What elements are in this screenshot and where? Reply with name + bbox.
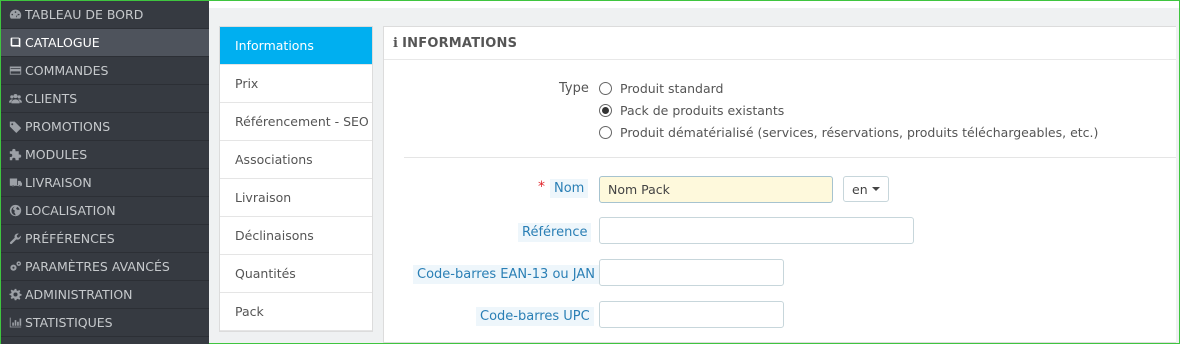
sidebar: TABLEAU DE BORD CATALOGUE COMMANDES CLIE… xyxy=(1,1,209,344)
required-mark: * xyxy=(538,179,545,195)
ean13-label: Code-barres EAN-13 ou JAN xyxy=(413,265,600,284)
radio-standard[interactable] xyxy=(599,82,612,95)
reference-input[interactable] xyxy=(599,217,914,244)
sidebar-item-label: STATISTIQUES xyxy=(25,315,113,330)
credit-card-icon xyxy=(7,64,23,78)
sidebar-item-parametres-avances[interactable]: PARAMÈTRES AVANCÉS xyxy=(1,253,209,281)
sidebar-item-localisation[interactable]: LOCALISATION xyxy=(1,197,209,225)
sidebar-item-label: LIVRAISON xyxy=(25,175,92,190)
type-label: Type xyxy=(559,81,589,96)
type-option-virtual[interactable]: Produit dématérialisé (services, réserva… xyxy=(599,125,1098,140)
sidebar-item-promotions[interactable]: PROMOTIONS xyxy=(1,113,209,141)
tab-label: Associations xyxy=(235,152,313,167)
bar-chart-icon xyxy=(7,316,23,330)
sidebar-item-label: CLIENTS xyxy=(25,91,78,106)
informations-panel: i INFORMATIONS Type Produit standard Pac… xyxy=(383,26,1176,343)
tab-livraison[interactable]: Livraison xyxy=(220,179,372,217)
reference-label: Référence xyxy=(518,223,592,242)
sidebar-item-label: LOCALISATION xyxy=(25,203,116,218)
name-input[interactable]: Nom Pack xyxy=(599,176,833,203)
tab-declinaisons[interactable]: Déclinaisons xyxy=(220,217,372,255)
ean13-input[interactable] xyxy=(599,259,784,286)
puzzle-icon xyxy=(7,148,23,162)
type-option-standard[interactable]: Produit standard xyxy=(599,81,723,96)
tab-label: Informations xyxy=(235,38,314,53)
sidebar-item-livraison[interactable]: LIVRAISON xyxy=(1,169,209,197)
gear-icon xyxy=(7,288,23,302)
product-tabs: Informations Prix Référencement - SEO As… xyxy=(219,26,373,332)
dashboard-icon xyxy=(7,8,23,22)
truck-icon xyxy=(7,176,23,190)
tab-label: Prix xyxy=(235,76,259,91)
tab-associations[interactable]: Associations xyxy=(220,141,372,179)
tab-seo[interactable]: Référencement - SEO xyxy=(220,103,372,141)
type-option-pack[interactable]: Pack de produits existants xyxy=(599,103,784,118)
sidebar-item-label: ADMINISTRATION xyxy=(25,287,133,302)
sidebar-item-label: PROMOTIONS xyxy=(25,119,111,134)
sidebar-item-tableau-de-bord[interactable]: TABLEAU DE BORD xyxy=(1,1,209,29)
tab-informations[interactable]: Informations xyxy=(220,27,372,65)
cogs-icon xyxy=(7,260,23,274)
sidebar-item-modules[interactable]: MODULES xyxy=(1,141,209,169)
sidebar-item-clients[interactable]: CLIENTS xyxy=(1,85,209,113)
panel-title: INFORMATIONS xyxy=(402,35,518,51)
tag-icon xyxy=(7,120,23,134)
tab-label: Pack xyxy=(235,304,264,319)
tab-label: Quantités xyxy=(235,266,296,281)
sidebar-item-label: CATALOGUE xyxy=(25,35,100,50)
sidebar-item-preferences[interactable]: PRÉFÉRENCES xyxy=(1,225,209,253)
tab-prix[interactable]: Prix xyxy=(220,65,372,103)
radio-virtual[interactable] xyxy=(599,126,612,139)
sidebar-item-label: MODULES xyxy=(25,147,88,162)
radio-pack[interactable] xyxy=(599,104,612,117)
top-bar xyxy=(209,1,1179,8)
divider xyxy=(404,157,1176,158)
tab-quantites[interactable]: Quantités xyxy=(220,255,372,293)
radio-label: Produit dématérialisé (services, réserva… xyxy=(620,125,1099,140)
tab-label: Déclinaisons xyxy=(235,228,314,243)
wrench-icon xyxy=(7,232,23,246)
upc-input[interactable] xyxy=(599,301,784,328)
sidebar-item-label: TABLEAU DE BORD xyxy=(25,7,144,22)
language-dropdown[interactable]: en xyxy=(843,176,889,202)
panel-heading: i INFORMATIONS xyxy=(384,27,1176,60)
upc-label: Code-barres UPC xyxy=(476,307,594,326)
tab-pack[interactable]: Pack xyxy=(220,293,372,331)
users-icon xyxy=(7,92,23,106)
sidebar-item-label: COMMANDES xyxy=(25,63,109,78)
tab-label: Référencement - SEO xyxy=(235,114,369,129)
language-code: en xyxy=(852,181,868,197)
tab-label: Livraison xyxy=(235,190,292,205)
sidebar-item-commandes[interactable]: COMMANDES xyxy=(1,57,209,85)
sidebar-item-statistiques[interactable]: STATISTIQUES xyxy=(1,309,209,337)
book-icon xyxy=(7,36,23,50)
radio-label: Produit standard xyxy=(620,81,724,96)
sidebar-item-administration[interactable]: ADMINISTRATION xyxy=(1,281,209,309)
info-icon: i xyxy=(393,35,399,51)
globe-icon xyxy=(7,204,23,218)
caret-down-icon xyxy=(871,187,880,191)
radio-label: Pack de produits existants xyxy=(620,103,785,118)
name-label: Nom xyxy=(550,179,589,198)
sidebar-item-label: PARAMÈTRES AVANCÉS xyxy=(25,259,170,274)
main-content: Informations Prix Référencement - SEO As… xyxy=(209,1,1179,343)
sidebar-item-label: PRÉFÉRENCES xyxy=(25,231,115,246)
sidebar-item-catalogue[interactable]: CATALOGUE xyxy=(1,29,209,57)
